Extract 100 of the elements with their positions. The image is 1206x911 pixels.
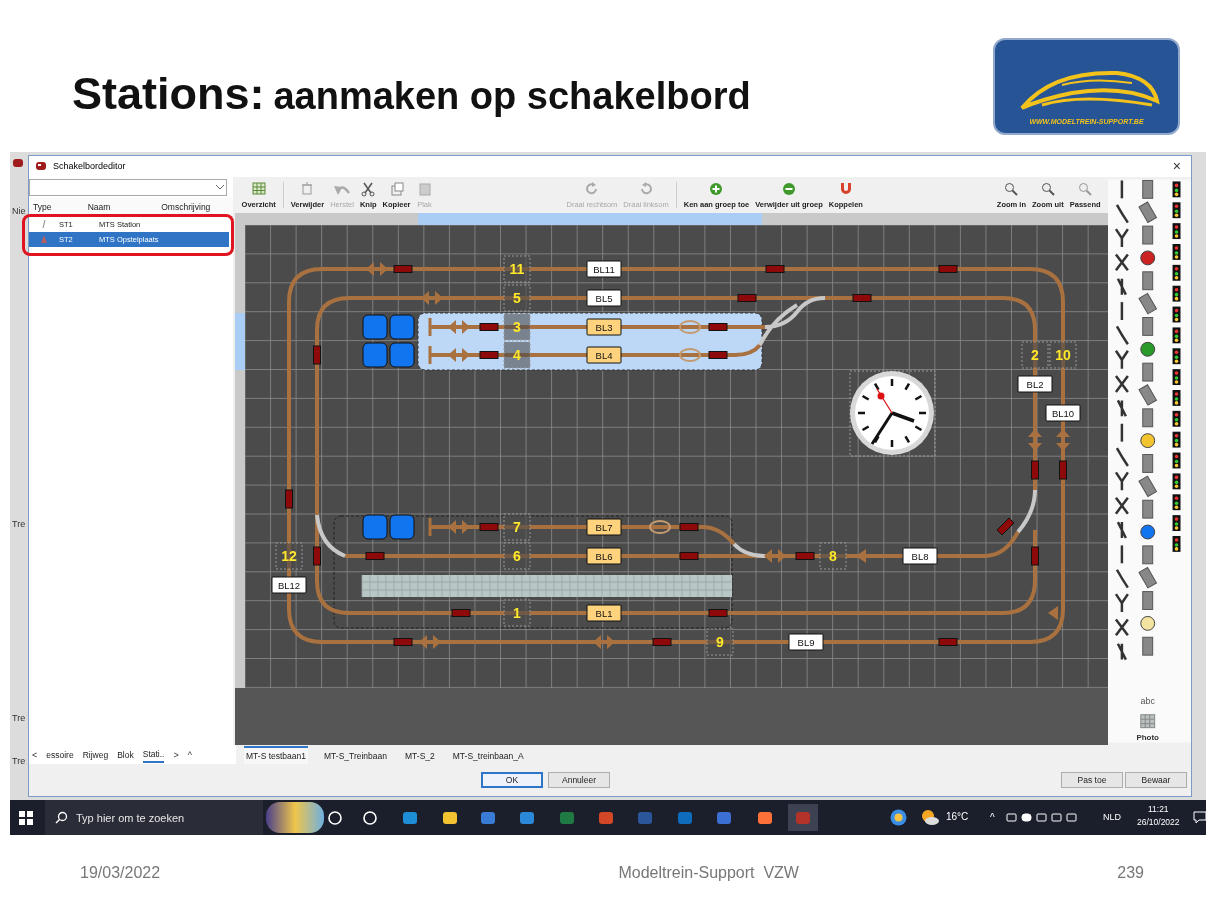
signal-icon[interactable] bbox=[1172, 535, 1181, 552]
signal-icon[interactable] bbox=[1172, 410, 1181, 427]
track-piece-icon[interactable] bbox=[1138, 201, 1157, 223]
windows-start-icon[interactable] bbox=[19, 811, 33, 825]
signal-icon[interactable] bbox=[1172, 264, 1181, 281]
scroll-right-button[interactable]: > bbox=[173, 749, 179, 760]
switch-line[interactable] bbox=[1016, 489, 1037, 533]
track-piece-icon[interactable] bbox=[1115, 568, 1129, 589]
layout-tab[interactable]: MT-S_2 bbox=[403, 745, 437, 764]
column-header[interactable]: Naam bbox=[59, 201, 139, 212]
track-piece-icon[interactable] bbox=[1116, 398, 1127, 418]
signal-icon[interactable] bbox=[1172, 181, 1181, 198]
block-number-label[interactable]: 8 bbox=[819, 542, 847, 570]
collapse-button[interactable]: ^ bbox=[187, 749, 192, 760]
track-piece-icon[interactable] bbox=[1141, 179, 1153, 199]
block-number-label[interactable]: 7 bbox=[503, 513, 531, 541]
track-piece-icon[interactable] bbox=[1114, 349, 1129, 370]
track-piece-icon[interactable] bbox=[1120, 301, 1123, 320]
signal-icon[interactable] bbox=[1172, 348, 1181, 364]
block-name-label[interactable]: BL3 bbox=[586, 318, 622, 336]
track-piece-icon[interactable] bbox=[1141, 408, 1153, 427]
signal-icon[interactable] bbox=[1172, 494, 1181, 510]
column-header[interactable]: Type bbox=[29, 201, 59, 212]
layout-tab[interactable]: MT-S_treinbaan_A bbox=[450, 745, 526, 764]
panel-tab[interactable]: essoire bbox=[46, 747, 74, 762]
track-item-icon[interactable] bbox=[1139, 524, 1155, 540]
block-name-label[interactable]: BL2 bbox=[1017, 375, 1053, 393]
track-piece-icon[interactable] bbox=[1114, 252, 1129, 272]
scroll-left-button[interactable]: < bbox=[32, 749, 38, 760]
station-group-frame[interactable] bbox=[333, 515, 733, 629]
track-piece-icon[interactable] bbox=[1141, 316, 1153, 336]
switch-line[interactable] bbox=[314, 514, 346, 558]
dialog-button[interactable]: Pas toe bbox=[1061, 772, 1123, 789]
taskbar-clock[interactable]: 11:21 26/10/2022 bbox=[1137, 803, 1180, 829]
tray-chevron[interactable]: ^ bbox=[990, 812, 995, 823]
track-line[interactable] bbox=[429, 524, 736, 546]
dialog-button[interactable]: Bewaar bbox=[1125, 772, 1187, 789]
block-number-label[interactable]: 1 bbox=[503, 599, 531, 627]
track-piece-icon[interactable] bbox=[1138, 475, 1157, 497]
track-piece-icon[interactable] bbox=[1116, 277, 1127, 296]
track-piece-icon[interactable] bbox=[1114, 617, 1129, 637]
track-piece-icon[interactable] bbox=[1141, 636, 1153, 656]
track-piece-icon[interactable] bbox=[1116, 642, 1127, 661]
block-name-label[interactable]: BL6 bbox=[586, 547, 622, 565]
close-button[interactable]: × bbox=[1172, 158, 1181, 175]
search-highlight-picture[interactable] bbox=[266, 802, 324, 833]
block-number-label[interactable]: 12 bbox=[275, 542, 303, 570]
signal-icon[interactable] bbox=[1172, 368, 1181, 385]
column-header[interactable]: Omschrijving bbox=[139, 201, 233, 212]
block-number-label[interactable]: 5 bbox=[503, 284, 531, 312]
track-piece-icon[interactable] bbox=[1114, 470, 1129, 492]
track-piece-icon[interactable] bbox=[1120, 423, 1123, 442]
layout-tab[interactable]: MT-S_Treinbaan bbox=[322, 745, 389, 764]
switch-line[interactable] bbox=[757, 295, 827, 347]
signal-icon[interactable] bbox=[1172, 389, 1181, 406]
dialog-button[interactable]: Annuleer bbox=[548, 772, 610, 789]
block-name-label[interactable]: BL4 bbox=[586, 346, 622, 364]
track-piece-icon[interactable] bbox=[1141, 271, 1153, 290]
track-piece-icon[interactable] bbox=[1116, 520, 1127, 539]
track-item-icon[interactable] bbox=[1139, 250, 1155, 266]
block-number-label[interactable]: 11 bbox=[503, 255, 531, 283]
track-piece-icon[interactable] bbox=[1141, 545, 1153, 564]
signal-icon[interactable] bbox=[1172, 306, 1181, 323]
signal-icon[interactable] bbox=[1172, 285, 1181, 302]
weather-icon[interactable] bbox=[920, 809, 940, 826]
help-icon[interactable] bbox=[890, 809, 907, 826]
track-item-icon[interactable] bbox=[1139, 432, 1155, 448]
cloud-icon[interactable] bbox=[1021, 812, 1032, 823]
track-piece-icon[interactable] bbox=[1115, 447, 1129, 467]
signal-icon[interactable] bbox=[1172, 473, 1181, 489]
signal-icon[interactable] bbox=[1172, 327, 1181, 344]
panel-tab[interactable]: Rijweg bbox=[82, 747, 109, 762]
photo-tool[interactable]: Photo bbox=[1136, 732, 1159, 742]
taskbar-search-field[interactable]: Typ hier om te zoeken bbox=[45, 800, 263, 835]
signal-icon[interactable] bbox=[1172, 243, 1181, 260]
block-name-label[interactable]: BL1 bbox=[586, 604, 622, 622]
track-piece-icon[interactable] bbox=[1114, 592, 1129, 613]
track-piece-icon[interactable] bbox=[1114, 496, 1129, 515]
track-item-icon[interactable] bbox=[1139, 615, 1155, 631]
track-piece-icon[interactable] bbox=[1120, 545, 1123, 563]
block-number-label[interactable]: 6 bbox=[503, 542, 531, 570]
language-indicator[interactable]: NLD bbox=[1103, 812, 1121, 822]
track-piece-icon[interactable] bbox=[1115, 203, 1129, 224]
dialog-button[interactable]: OK bbox=[481, 772, 543, 789]
block-name-label[interactable]: BL12 bbox=[271, 576, 307, 594]
signal-icon[interactable] bbox=[1172, 431, 1181, 448]
switch-line[interactable] bbox=[732, 542, 765, 558]
grid-tool-icon[interactable] bbox=[1139, 713, 1155, 728]
signal-icon[interactable] bbox=[1172, 222, 1181, 239]
signal-icon[interactable] bbox=[1172, 452, 1181, 469]
layout-tab[interactable]: MT-S testbaan1 bbox=[244, 745, 308, 764]
block-name-label[interactable]: BL7 bbox=[586, 518, 622, 536]
signal-icon[interactable] bbox=[1172, 514, 1181, 531]
block-number-label[interactable]: 2 bbox=[1021, 341, 1049, 369]
track-item-icon[interactable] bbox=[1139, 341, 1155, 357]
panel-tab[interactable]: Stati.. bbox=[142, 746, 165, 763]
signal-icon[interactable] bbox=[1172, 202, 1181, 218]
block-name-label[interactable]: BL11 bbox=[586, 260, 622, 278]
track-piece-icon[interactable] bbox=[1114, 227, 1129, 248]
block-number-label[interactable]: 9 bbox=[706, 628, 734, 656]
